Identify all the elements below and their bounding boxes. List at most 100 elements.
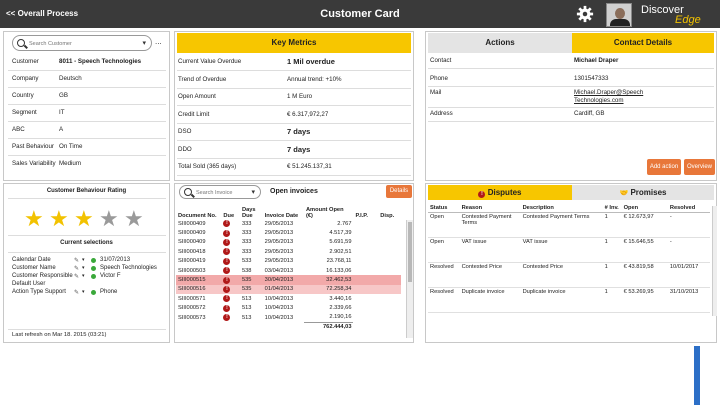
chevron-down-icon[interactable]: ▾ xyxy=(82,273,85,279)
due-alert: ! xyxy=(221,304,240,313)
invoice-doc-no: SIII000409 xyxy=(178,230,206,237)
scroll-thumb[interactable] xyxy=(408,222,412,282)
col-disp[interactable]: Disp. xyxy=(378,201,401,219)
edit-icon[interactable]: ✎ xyxy=(74,257,79,264)
invoice-row[interactable]: SIII000409 ! 333 29/05/2013 5.691,59 xyxy=(176,238,401,247)
invoice-pip xyxy=(353,257,378,266)
contact-row: Mail Michael.Draper@Speech Technologies.… xyxy=(426,89,716,107)
star-filled-icon[interactable]: ★ xyxy=(24,208,44,230)
invoice-search-box[interactable]: ▾ xyxy=(179,185,261,199)
col-status[interactable]: Status xyxy=(428,204,460,213)
invoice-row[interactable]: SIII000409 ! 333 29/05/2013 4.517,39 xyxy=(176,228,401,237)
field-value: Deutsch xyxy=(59,75,82,82)
customer-search-input[interactable] xyxy=(29,38,140,49)
field-value: IT xyxy=(59,109,65,116)
alert-icon: ! xyxy=(223,220,231,228)
invoice-row[interactable]: SIII000571 ! 513 10/04/2013 3.440,16 xyxy=(176,294,401,303)
invoice-search-input[interactable] xyxy=(196,187,260,198)
invoice-date: 29/05/2013 xyxy=(264,258,294,265)
dispute-reason: VAT issue xyxy=(459,237,521,263)
contact-label: Address xyxy=(430,110,453,117)
star-empty-icon[interactable]: ★ xyxy=(99,208,119,230)
invoice-row[interactable]: SIII000419 ! 533 29/05/2013 23.768,11 xyxy=(176,257,401,266)
col-document-no[interactable]: Document No. xyxy=(176,201,221,219)
invoice-row[interactable]: SIII000418 ! 333 29/05/2013 2.902,51 xyxy=(176,247,401,256)
invoice-row[interactable]: SIII000516 ! 535 01/04/2013 72.258,34 xyxy=(176,284,401,295)
due-alert: ! xyxy=(221,294,240,303)
edit-icon[interactable]: ✎ xyxy=(74,289,79,296)
chevron-down-icon[interactable]: ▾ xyxy=(251,188,255,196)
selection-label: Customer Name xyxy=(12,265,56,271)
edit-icon[interactable]: ✎ xyxy=(74,265,79,272)
details-button[interactable]: Details xyxy=(386,185,412,198)
invoice-pip xyxy=(353,275,379,285)
tab-promises[interactable]: 🤝 Promises xyxy=(572,185,714,200)
more-options-button[interactable]: ... xyxy=(155,37,162,46)
star-empty-icon[interactable]: ★ xyxy=(124,208,144,230)
chevron-down-icon[interactable]: ▾ xyxy=(142,39,146,47)
customer-field-row: Sales Variability Medium xyxy=(4,160,169,170)
col-pip[interactable]: P.I.P. xyxy=(353,201,378,219)
chevron-down-icon[interactable]: ▾ xyxy=(82,289,85,295)
invoice-row[interactable]: SIII000515 ! 535 30/04/2013 32.462,53 xyxy=(176,275,401,285)
user-avatar[interactable] xyxy=(606,3,632,27)
invoice-amount: 4.517,39 xyxy=(329,230,352,237)
dispute-resolved: 10/01/2017 xyxy=(667,262,710,288)
invoice-pip xyxy=(353,294,378,303)
invoice-doc-no: SIII000516 xyxy=(176,284,222,295)
col-invoice-date[interactable]: Invoice Date xyxy=(263,201,304,219)
invoice-date: 01/04/2013 xyxy=(262,284,304,295)
col-description[interactable]: Description xyxy=(520,204,603,213)
add-action-button[interactable]: Add action xyxy=(647,159,681,175)
invoice-row[interactable]: SIII000572 ! 513 10/04/2013 2.339,66 xyxy=(176,304,401,313)
gear-icon[interactable] xyxy=(576,5,594,23)
invoices-scrollbar[interactable] xyxy=(406,220,413,338)
logo-subtext: Edge xyxy=(675,14,701,26)
dispute-row[interactable]: Resolved Duplicate invoice Duplicate inv… xyxy=(428,287,710,313)
invoice-pip xyxy=(353,304,378,313)
chevron-down-icon[interactable]: ▾ xyxy=(82,257,85,263)
dispute-row[interactable]: Resolved Contested Price Contested Price… xyxy=(428,262,710,288)
tab-promises-label: Promises xyxy=(630,188,667,197)
invoice-pip xyxy=(353,284,379,295)
star-filled-icon[interactable]: ★ xyxy=(74,208,94,230)
col-inv[interactable]: # Inv. xyxy=(602,204,622,213)
invoice-row[interactable]: SIII000409 ! 333 29/05/2013 2.767 xyxy=(176,219,401,228)
dispute-row[interactable]: Open VAT issue VAT issue 1 € 15.646,55 - xyxy=(428,237,710,263)
tab-actions[interactable]: Actions xyxy=(428,33,572,53)
back-to-overall-process-link[interactable]: << Overall Process xyxy=(6,9,78,18)
star-filled-icon[interactable]: ★ xyxy=(49,208,69,230)
invoice-date: 29/05/2013 xyxy=(264,230,294,237)
invoice-pip xyxy=(353,266,378,275)
edit-icon[interactable]: ✎ xyxy=(74,273,79,280)
col-due[interactable]: Due xyxy=(221,201,240,219)
customer-field-row: Country GB xyxy=(4,92,169,102)
chevron-down-icon[interactable]: ▾ xyxy=(82,265,85,271)
alert-icon: ! xyxy=(223,314,231,322)
col-days-due[interactable]: Days Due xyxy=(240,201,263,219)
customer-field-row: Company Deutsch xyxy=(4,75,169,85)
field-label: Past Behaviour xyxy=(12,143,54,150)
metric-row: DDO 7 days xyxy=(175,145,413,156)
invoice-doc-no: SIII000503 xyxy=(178,267,206,274)
customer-field-row: Customer 8011 - Speech Technologies xyxy=(4,58,169,68)
invoice-doc-no: SIII000571 xyxy=(178,295,206,302)
dispute-row[interactable]: Open Contested Payment Terms Contested P… xyxy=(428,212,710,238)
status-dot-icon xyxy=(91,258,96,263)
customer-search-box[interactable]: ▾ xyxy=(12,35,152,51)
invoice-row[interactable]: SIII000503 ! 538 03/04/2013 16.133,06 xyxy=(176,266,401,275)
overview-button[interactable]: Overview xyxy=(684,159,715,175)
contact-label: Phone xyxy=(430,75,448,82)
col-resolved[interactable]: Resolved xyxy=(667,204,710,213)
tab-contact-details[interactable]: Contact Details xyxy=(572,33,714,53)
tab-disputes[interactable]: ! Disputes xyxy=(428,185,572,200)
invoice-row[interactable]: SIII000573 ! 513 10/04/2013 2.190,16 xyxy=(176,313,401,322)
invoice-amount: 16.133,06 xyxy=(326,267,352,274)
invoices-table: Document No. Due Days Due Invoice Date A… xyxy=(176,201,401,332)
col-amount-open[interactable]: Amount Open (€) xyxy=(304,201,354,219)
contact-mail-link[interactable]: Michael.Draper@Speech Technologies.com xyxy=(574,89,669,105)
col-reason[interactable]: Reason xyxy=(459,204,521,213)
invoice-pip xyxy=(353,228,378,237)
col-open[interactable]: Open xyxy=(621,204,668,213)
disputes-scrollbar[interactable] xyxy=(712,206,717,316)
